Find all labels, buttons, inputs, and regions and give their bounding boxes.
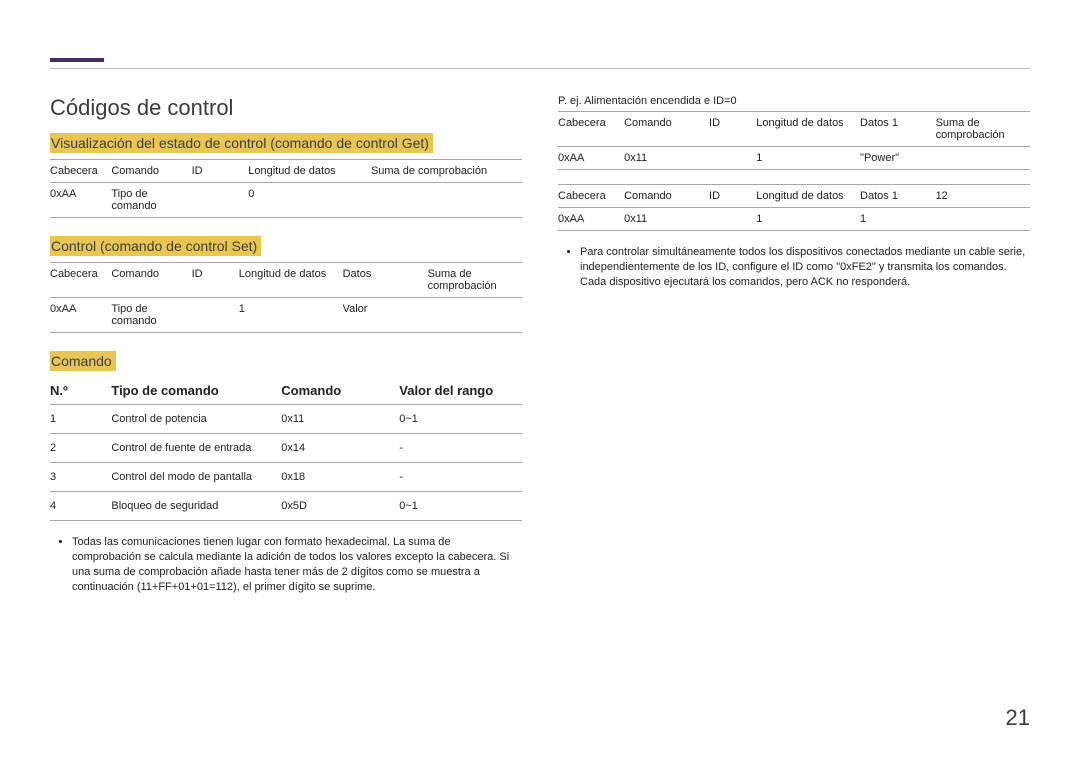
cell	[936, 147, 1030, 170]
col-header: ID	[192, 263, 239, 298]
section-heading-get: Visualización del estado de control (com…	[50, 133, 433, 153]
cell: -	[399, 463, 522, 492]
col-header: Comando	[111, 160, 191, 183]
cell: Control de fuente de entrada	[111, 434, 281, 463]
col-header: Longitud de datos	[239, 263, 343, 298]
cell: 0xAA	[50, 183, 111, 218]
col-header: Comando	[111, 263, 191, 298]
cell: 0x14	[281, 434, 399, 463]
table-row: 0xAA Tipo de comando 1 Valor	[50, 298, 522, 333]
left-column: Códigos de control Visualización del est…	[50, 95, 522, 605]
col-header: Datos 1	[860, 185, 936, 208]
cell: Tipo de comando	[111, 298, 191, 333]
note-item: Todas las comunicaciones tienen lugar co…	[72, 535, 522, 594]
table-row: 4 Bloqueo de seguridad 0x5D 0~1	[50, 492, 522, 521]
col-header: ID	[192, 160, 249, 183]
cell: 2	[50, 434, 111, 463]
col-header: ID	[709, 112, 756, 147]
cell: 0x5D	[281, 492, 399, 521]
cell: 1	[756, 147, 860, 170]
cell	[709, 147, 756, 170]
cell: 1	[50, 405, 111, 434]
cell	[709, 208, 756, 231]
table-example-1: Cabecera Comando ID Longitud de datos Da…	[558, 111, 1030, 170]
col-header: 12	[936, 185, 1030, 208]
table-row: 0xAA 0x11 1 "Power"	[558, 147, 1030, 170]
cell: 3	[50, 463, 111, 492]
col-header: Comando	[624, 112, 709, 147]
cell: 0xAA	[558, 208, 624, 231]
table-get: Cabecera Comando ID Longitud de datos Su…	[50, 159, 522, 218]
note-list-right: Para controlar simultáneamente todos los…	[558, 245, 1030, 290]
col-header: Suma de comprobación	[936, 112, 1030, 147]
table-row: 0xAA 0x11 1 1	[558, 208, 1030, 231]
cell: Valor	[343, 298, 428, 333]
cell: Control del modo de pantalla	[111, 463, 281, 492]
cell	[192, 183, 249, 218]
col-header: Longitud de datos	[248, 160, 371, 183]
cell: 1	[756, 208, 860, 231]
col-header: Cabecera	[50, 263, 111, 298]
cell: 0xAA	[558, 147, 624, 170]
cell: 0xAA	[50, 298, 111, 333]
cell: 0x18	[281, 463, 399, 492]
cell: Tipo de comando	[111, 183, 191, 218]
table-row: Cabecera Comando ID Longitud de datos Da…	[50, 263, 522, 298]
note-list-left: Todas las comunicaciones tienen lugar co…	[50, 535, 522, 594]
cell: 1	[860, 208, 936, 231]
col-header: Cabecera	[558, 185, 624, 208]
col-header: Comando	[281, 377, 399, 405]
table-row: 1 Control de potencia 0x11 0~1	[50, 405, 522, 434]
table-example-2: Cabecera Comando ID Longitud de datos Da…	[558, 184, 1030, 231]
note-item: Para controlar simultáneamente todos los…	[580, 245, 1030, 290]
cell: 0~1	[399, 405, 522, 434]
cell: "Power"	[860, 147, 936, 170]
table-row: Cabecera Comando ID Longitud de datos Su…	[50, 160, 522, 183]
col-header: ID	[709, 185, 756, 208]
table-row: N.º Tipo de comando Comando Valor del ra…	[50, 377, 522, 405]
table-set: Cabecera Comando ID Longitud de datos Da…	[50, 262, 522, 333]
page-content: Códigos de control Visualización del est…	[0, 0, 1080, 605]
cell	[936, 208, 1030, 231]
cell: 0x11	[624, 147, 709, 170]
example-label: P. ej. Alimentación encendida e ID=0	[558, 95, 1030, 107]
col-header: N.º	[50, 377, 111, 405]
header-rule	[50, 68, 1030, 69]
table-row: 2 Control de fuente de entrada 0x14 -	[50, 434, 522, 463]
table-row: 3 Control del modo de pantalla 0x18 -	[50, 463, 522, 492]
col-header: Cabecera	[50, 160, 111, 183]
col-header: Cabecera	[558, 112, 624, 147]
table-row: Cabecera Comando ID Longitud de datos Da…	[558, 185, 1030, 208]
cell: 4	[50, 492, 111, 521]
cell: Control de potencia	[111, 405, 281, 434]
page-title: Códigos de control	[50, 95, 522, 121]
cell: 0	[248, 183, 371, 218]
header-accent-bar	[50, 58, 104, 62]
section-heading-set: Control (comando de control Set)	[50, 236, 261, 256]
cell: Bloqueo de seguridad	[111, 492, 281, 521]
table-row: 0xAA Tipo de comando 0	[50, 183, 522, 218]
col-header: Tipo de comando	[111, 377, 281, 405]
cell	[428, 298, 522, 333]
cell: 1	[239, 298, 343, 333]
col-header: Suma de comprobación	[428, 263, 522, 298]
table-comando: N.º Tipo de comando Comando Valor del ra…	[50, 377, 522, 521]
col-header: Datos	[343, 263, 428, 298]
col-header: Comando	[624, 185, 709, 208]
page-number: 21	[1006, 705, 1030, 731]
cell: 0x11	[281, 405, 399, 434]
col-header: Suma de comprobación	[371, 160, 522, 183]
table-row: Cabecera Comando ID Longitud de datos Da…	[558, 112, 1030, 147]
cell: -	[399, 434, 522, 463]
cell	[371, 183, 522, 218]
col-header: Valor del rango	[399, 377, 522, 405]
cell: 0x11	[624, 208, 709, 231]
cell: 0~1	[399, 492, 522, 521]
right-column: P. ej. Alimentación encendida e ID=0 Cab…	[558, 95, 1030, 605]
col-header: Longitud de datos	[756, 185, 860, 208]
section-heading-comando: Comando	[50, 351, 116, 371]
cell	[192, 298, 239, 333]
col-header: Longitud de datos	[756, 112, 860, 147]
col-header: Datos 1	[860, 112, 936, 147]
